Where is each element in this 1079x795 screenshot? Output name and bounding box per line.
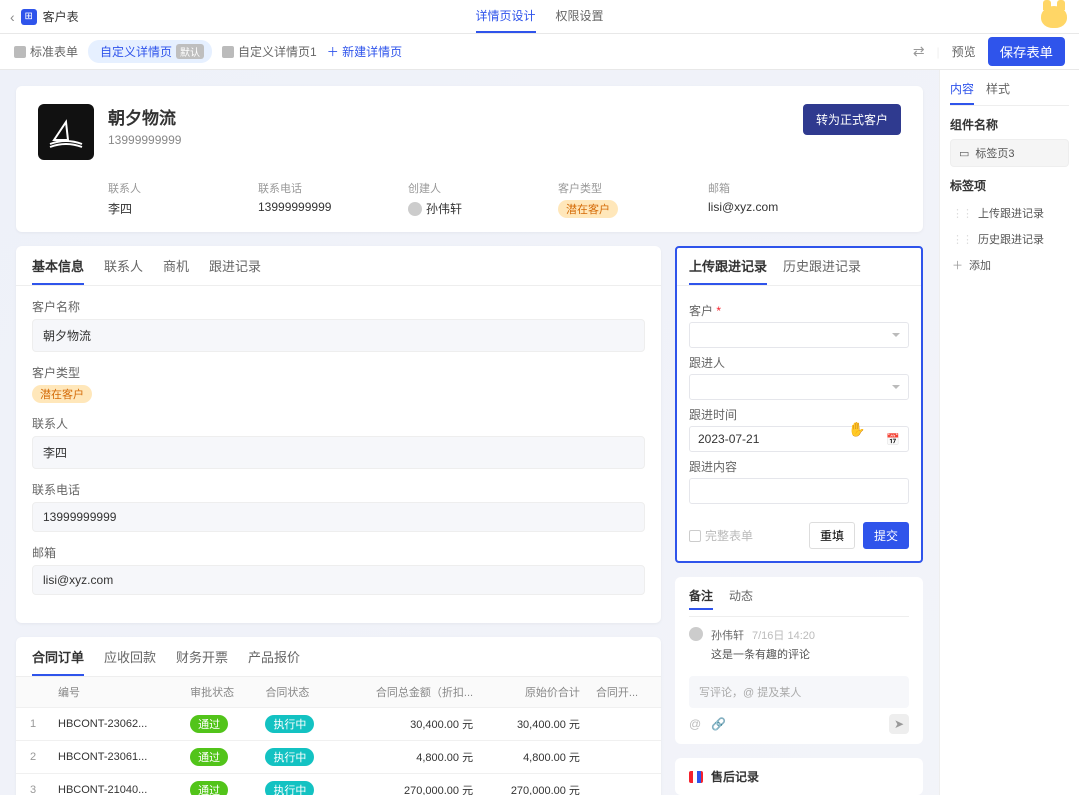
send-icon[interactable]: ➤ <box>889 714 909 734</box>
standard-form-item[interactable]: 标准表单 <box>14 43 78 60</box>
after-sale-icon <box>689 771 703 783</box>
hero-field: 联系人李四 <box>108 180 218 218</box>
contract-tab[interactable]: 应收回款 <box>104 647 156 676</box>
page-toolbar: 标准表单 自定义详情页默认 自定义详情页1 ＋ 新建详情页 ⇄ | 预览 保存表… <box>0 34 1079 70</box>
component-name-chip[interactable]: ▭标签页3 <box>950 139 1069 167</box>
tab-detail-design[interactable]: 详情页设计 <box>475 0 535 33</box>
full-form-toggle[interactable]: 完整表单 <box>689 527 801 544</box>
comments-card: 备注 动态 孙伟轩7/16日 14:20 这是一条有趣的评论 写评论，@ 提及某… <box>675 577 923 744</box>
top-tabs: 详情页设计 权限设置 <box>475 0 603 33</box>
contracts-card: 合同订单应收回款财务开票产品报价 编号审批状态合同状态合同总金额（折扣...原始… <box>16 637 661 795</box>
table-row[interactable]: 3HBCONT-21040...通过执行中270,000.00 元270,000… <box>16 774 661 795</box>
tab-items-label: 标签项 <box>950 177 1069 194</box>
side-panel: 内容 样式 组件名称 ▭标签页3 标签项 ⋮⋮上传跟进记录⋮⋮历史跟进记录 ＋添… <box>939 70 1079 795</box>
field-value: 13999999999 <box>32 502 645 532</box>
hero-field: 联系电话13999999999 <box>258 180 368 218</box>
custom-detail-chip[interactable]: 自定义详情页默认 <box>88 40 212 63</box>
company-logo <box>38 104 94 160</box>
contracts-table: 编号审批状态合同状态合同总金额（折扣...原始价合计合同开...1HBCONT-… <box>16 677 661 795</box>
submit-button[interactable]: 提交 <box>863 522 909 549</box>
follow-content-input[interactable] <box>689 478 909 504</box>
contract-tab[interactable]: 产品报价 <box>248 647 300 676</box>
customer-select[interactable] <box>689 322 909 348</box>
mention-icon[interactable]: @ <box>689 717 701 731</box>
info-tab[interactable]: 基本信息 <box>32 256 84 285</box>
info-tab[interactable]: 商机 <box>163 256 189 285</box>
calendar-icon: 📅 <box>886 433 900 446</box>
table-row[interactable]: 2HBCONT-23061...通过执行中4,800.00 元4,800.00 … <box>16 741 661 774</box>
field-value: lisi@xyz.com <box>32 565 645 595</box>
followup-card[interactable]: 上传跟进记录 历史跟进记录 客户 * 跟进人 跟进时间 2023-07-21📅 … <box>675 246 923 563</box>
tab-option-item[interactable]: ⋮⋮上传跟进记录 <box>950 200 1069 226</box>
settings-icon[interactable]: ⇄ <box>913 43 925 60</box>
follow-time-input[interactable]: 2023-07-21📅 <box>689 426 909 452</box>
canvas: 朝夕物流 13999999999 转为正式客户 联系人李四联系电话1399999… <box>0 70 939 795</box>
basic-info-card: 基本信息联系人商机跟进记录 客户名称朝夕物流客户类型潜在客户联系人李四联系电话1… <box>16 246 661 623</box>
avatar <box>689 627 703 641</box>
hero-field: 客户类型潜在客户 <box>558 180 668 218</box>
table-name: 客户表 <box>43 8 79 25</box>
attach-icon[interactable]: 🔗 <box>711 717 726 731</box>
contract-tab[interactable]: 财务开票 <box>176 647 228 676</box>
info-tab[interactable]: 跟进记录 <box>209 256 261 285</box>
tab-permission[interactable]: 权限设置 <box>556 0 604 33</box>
mascot-icon <box>1041 6 1067 28</box>
add-detail-page[interactable]: ＋ 新建详情页 <box>327 43 402 60</box>
field-value: 潜在客户 <box>32 385 645 403</box>
info-tab[interactable]: 联系人 <box>104 256 143 285</box>
hero-field: 邮箱lisi@xyz.com <box>708 180 818 218</box>
tab-upload-followup[interactable]: 上传跟进记录 <box>689 256 767 285</box>
top-bar: ‹ ⊞ 客户表 详情页设计 权限设置 <box>0 0 1079 34</box>
reset-button[interactable]: 重填 <box>809 522 855 549</box>
side-tab-content[interactable]: 内容 <box>950 80 974 105</box>
comment-input[interactable]: 写评论，@ 提及某人 <box>689 676 909 708</box>
tabs-icon: ▭ <box>959 147 969 160</box>
convert-customer-button[interactable]: 转为正式客户 <box>803 104 901 135</box>
save-form-button[interactable]: 保存表单 <box>988 37 1065 66</box>
hero-card: 朝夕物流 13999999999 转为正式客户 联系人李四 联系电话1399999… <box>16 86 923 232</box>
preview-button[interactable]: 预览 <box>952 43 976 60</box>
table-icon: ⊞ <box>21 9 37 25</box>
side-tab-style[interactable]: 样式 <box>986 80 1010 105</box>
back-button[interactable]: ‹ <box>10 9 15 25</box>
component-name-label: 组件名称 <box>950 116 1069 133</box>
field-value: 李四 <box>32 436 645 469</box>
after-sale-card[interactable]: 售后记录 <box>675 758 923 795</box>
table-row[interactable]: 1HBCONT-23062...通过执行中30,400.00 元30,400.0… <box>16 708 661 741</box>
tab-activity[interactable]: 动态 <box>729 587 753 610</box>
contract-tab[interactable]: 合同订单 <box>32 647 84 676</box>
tab-notes[interactable]: 备注 <box>689 587 713 610</box>
hero-field: 创建人孙伟轩 <box>408 180 518 218</box>
tab-history-followup[interactable]: 历史跟进记录 <box>783 256 861 285</box>
custom-detail-2[interactable]: 自定义详情页1 <box>222 43 317 60</box>
field-value: 朝夕物流 <box>32 319 645 352</box>
company-phone: 13999999999 <box>108 133 181 147</box>
add-tab-item[interactable]: ＋添加 <box>950 252 1069 278</box>
follower-select[interactable] <box>689 374 909 400</box>
tab-option-item[interactable]: ⋮⋮历史跟进记录 <box>950 226 1069 252</box>
company-title: 朝夕物流 <box>108 104 181 129</box>
